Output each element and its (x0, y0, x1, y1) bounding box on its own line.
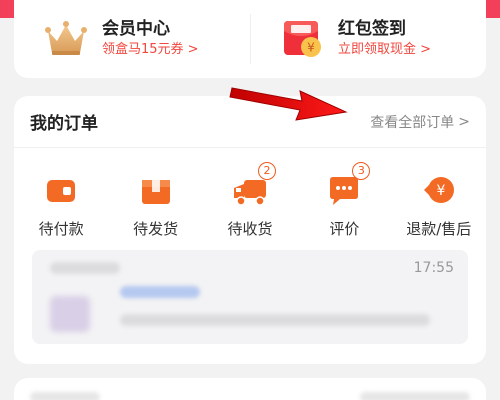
redpacket-subtitle: 立即领取现金 > (338, 42, 432, 57)
membership-center-button[interactable]: 会员中心 领盒马15元券 > (14, 0, 250, 78)
svg-text:¥: ¥ (436, 183, 445, 199)
my-orders-card: 我的订单 查看全部订单 > 待付款 待发货 2 待收货 3 评价 ¥ 退款/售后… (14, 96, 486, 364)
order-time: 17:55 (413, 260, 454, 276)
package-icon (141, 180, 170, 204)
top-accent-right (486, 0, 500, 18)
wallet-icon (47, 180, 76, 202)
status-label: 评价 (329, 220, 360, 238)
view-all-label: 查看全部订单 (370, 114, 455, 131)
redpacket-checkin-button[interactable]: ¥ 红包签到 立即领取现金 > (250, 0, 486, 78)
promo-card: 会员中心 领盒马15元券 > ¥ 红包签到 立即领取现金 > (14, 0, 486, 78)
chevron-right-icon: > (458, 113, 470, 130)
top-accent-left (0, 0, 14, 18)
blurred-section-title (30, 392, 100, 400)
blurred-order-link (120, 286, 200, 298)
blurred-store-name (50, 262, 120, 274)
membership-subtitle: 领盒马15元券 > (102, 42, 199, 57)
crown-icon (45, 21, 87, 55)
status-label: 待收货 (227, 220, 273, 238)
blurred-product-thumbnail (50, 296, 90, 332)
orders-header: 我的订单 查看全部订单 > (14, 96, 486, 148)
blurred-section-link (360, 392, 470, 400)
blurred-order-detail (120, 314, 430, 326)
status-label: 退款/售后 (406, 220, 472, 238)
review-count-badge: 3 (352, 162, 371, 180)
latest-order-preview[interactable]: 17:55 (32, 250, 468, 344)
receipt-count-badge: 2 (257, 162, 276, 180)
svg-text:¥: ¥ (307, 41, 315, 55)
orders-title: 我的订单 (30, 114, 98, 134)
status-label: 待付款 (38, 220, 84, 238)
status-label: 待发货 (133, 220, 179, 238)
next-section-card (14, 378, 486, 400)
redpacket-title: 红包签到 (338, 19, 406, 39)
red-packet-icon: ¥ (284, 21, 321, 57)
view-all-orders-link[interactable]: 查看全部订单 > (370, 112, 470, 132)
membership-title: 会员中心 (102, 19, 170, 39)
refund-icon: ¥ (423, 177, 454, 203)
